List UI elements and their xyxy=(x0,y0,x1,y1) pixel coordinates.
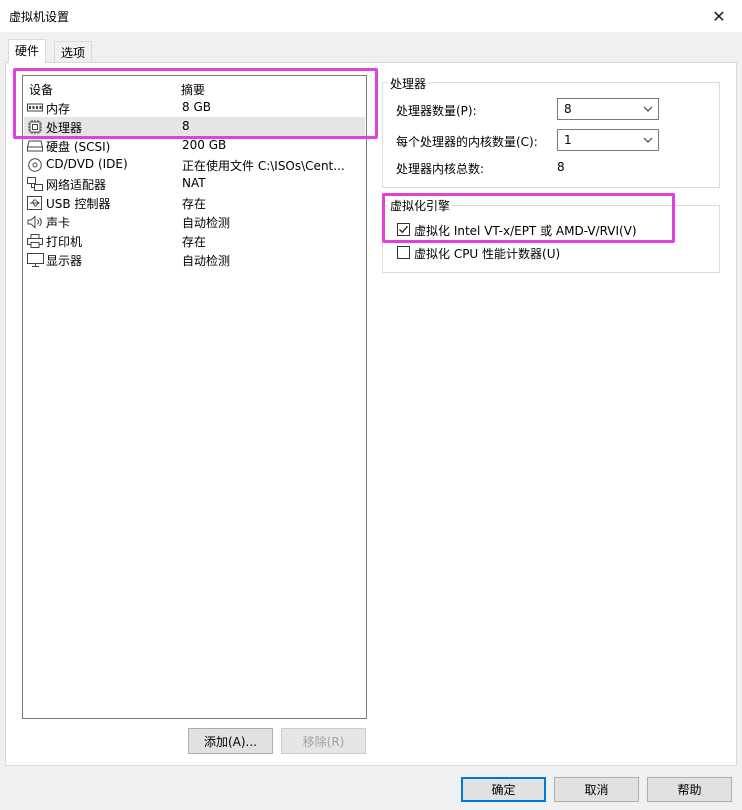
column-summary[interactable]: 摘要 xyxy=(181,81,205,98)
printer-icon xyxy=(27,234,43,248)
column-device[interactable]: 设备 xyxy=(29,81,53,98)
chevron-down-icon xyxy=(642,102,654,116)
usb-icon xyxy=(27,196,43,210)
remove-device-button[interactable]: 移除(R) xyxy=(281,728,366,754)
device-summary: 存在 xyxy=(182,235,207,249)
cpu-counter-label[interactable]: 虚拟化 CPU 性能计数器(U) xyxy=(414,245,560,262)
device-summary: NAT xyxy=(182,176,206,190)
device-row-hard-disk[interactable]: 硬盘 (SCSI) 200 GB xyxy=(24,136,365,155)
device-row-cd-dvd[interactable]: CD/DVD (IDE) 正在使用文件 C:\ISOs\Cent... xyxy=(24,155,365,174)
close-button[interactable]: ✕ xyxy=(696,0,742,32)
cd-dvd-icon xyxy=(27,158,43,172)
vtx-checkbox[interactable] xyxy=(397,223,410,236)
monitor-icon xyxy=(27,253,44,267)
device-summary: 自动检测 xyxy=(182,216,231,230)
total-cores-value: 8 xyxy=(557,160,565,174)
processor-icon xyxy=(27,120,43,134)
device-name: USB 控制器 xyxy=(46,197,111,211)
cores-per-processor-select[interactable]: 1 xyxy=(557,129,659,151)
device-name: 声卡 xyxy=(46,216,71,230)
device-row-memory[interactable]: 内存 8 GB xyxy=(24,98,365,117)
tab-hardware-label: 硬件 xyxy=(15,44,40,58)
device-row-sound-card[interactable]: 声卡 自动检测 xyxy=(24,212,365,231)
vtx-label[interactable]: 虚拟化 Intel VT-x/EPT 或 AMD-V/RVI(V) xyxy=(414,222,637,239)
title-bar: 虚拟机设置 ✕ xyxy=(0,0,742,32)
device-name: 网络适配器 xyxy=(46,178,107,192)
add-device-button[interactable]: 添加(A)... xyxy=(188,728,273,754)
tab-options[interactable]: 选项 xyxy=(54,41,93,62)
device-name: 打印机 xyxy=(46,235,83,249)
check-icon xyxy=(399,225,408,234)
device-row-network-adapter[interactable]: 网络适配器 NAT xyxy=(24,174,365,193)
hard-disk-icon xyxy=(27,139,43,152)
network-adapter-icon xyxy=(27,177,43,191)
tab-hardware[interactable]: 硬件 xyxy=(8,39,47,63)
device-name: 显示器 xyxy=(46,254,83,268)
device-list-header: 设备 摘要 xyxy=(29,79,369,97)
device-row-display[interactable]: 显示器 自动检测 xyxy=(24,250,365,269)
device-summary: 8 xyxy=(182,119,190,133)
processor-count-select[interactable]: 8 xyxy=(557,98,659,120)
memory-icon xyxy=(27,101,43,114)
processor-group-title: 处理器 xyxy=(388,75,429,92)
device-name: 内存 xyxy=(46,102,71,116)
device-row-processor[interactable]: 处理器 8 xyxy=(24,117,365,136)
tab-options-label: 选项 xyxy=(61,46,86,60)
cores-per-processor-label: 每个处理器的内核数量(C): xyxy=(396,135,538,149)
virtualization-group xyxy=(382,205,720,273)
device-name: 硬盘 (SCSI) xyxy=(46,140,111,154)
ok-button[interactable]: 确定 xyxy=(461,777,546,802)
device-list[interactable]: 设备 摘要 内存 8 GB 处理器 8 硬盘 (SCSI) 200 GB CD/… xyxy=(22,75,367,719)
device-summary: 8 GB xyxy=(182,100,211,114)
device-row-usb-controller[interactable]: USB 控制器 存在 xyxy=(24,193,365,212)
device-summary: 正在使用文件 C:\ISOs\Cent... xyxy=(182,159,345,173)
speaker-icon xyxy=(27,215,43,229)
window-title: 虚拟机设置 xyxy=(9,10,70,24)
help-button[interactable]: 帮助 xyxy=(647,777,732,802)
cpu-counter-checkbox[interactable] xyxy=(397,246,410,259)
virtualization-group-title: 虚拟化引擎 xyxy=(388,197,453,214)
total-cores-label: 处理器内核总数: xyxy=(396,162,485,176)
device-name: 处理器 xyxy=(46,121,83,135)
device-summary: 自动检测 xyxy=(182,254,231,268)
close-icon: ✕ xyxy=(712,6,726,26)
cancel-button[interactable]: 取消 xyxy=(554,777,639,802)
device-row-printer[interactable]: 打印机 存在 xyxy=(24,231,365,250)
chevron-down-icon xyxy=(642,133,654,147)
device-summary: 存在 xyxy=(182,197,207,211)
device-name: CD/DVD (IDE) xyxy=(46,157,128,171)
processor-count-label: 处理器数量(P): xyxy=(396,104,477,118)
cores-per-processor-value: 1 xyxy=(564,133,572,147)
processor-count-value: 8 xyxy=(564,102,572,116)
device-summary: 200 GB xyxy=(182,138,227,152)
